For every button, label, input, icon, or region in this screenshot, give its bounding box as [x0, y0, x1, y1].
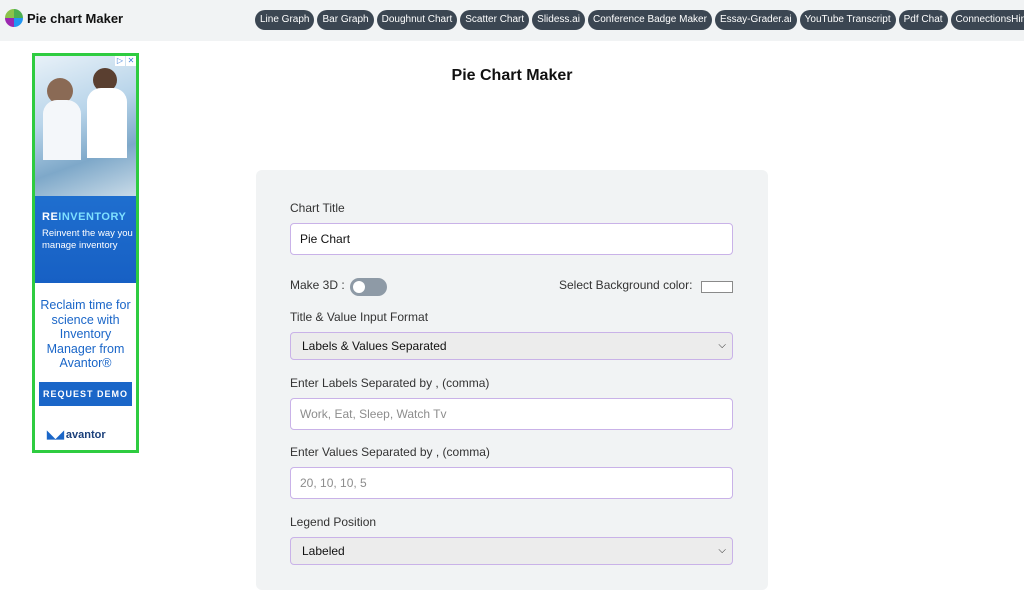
brand-name: Pie chart Maker [27, 10, 124, 26]
chart-title-label: Chart Title [290, 201, 345, 215]
toggle-knob [353, 281, 365, 293]
page-title: Pie Chart Maker [451, 67, 573, 84]
nav-link-doughnut-chart[interactable]: Doughnut Chart [376, 10, 458, 30]
ad-avantor-logo: ◣◢ avantor [47, 428, 106, 441]
input-format-select[interactable]: Labels & Values Separated ⌵ [290, 332, 733, 360]
chart-settings-form: Chart Title Pie Chart Make 3D : Select B… [256, 170, 768, 590]
nav-link-pdf-chat[interactable]: Pdf Chat [898, 10, 948, 30]
ad-brand: REINVENTORY [42, 211, 126, 223]
ad-brand-highlight: INVENTORY [58, 211, 127, 223]
chevron-down-icon: ⌵ [718, 545, 726, 556]
labels-input-label: Enter Labels Separated by , (comma) [290, 376, 490, 390]
input-format-value: Labels & Values Separated [302, 339, 447, 353]
input-format-label: Title & Value Input Format [290, 310, 429, 324]
chevron-down-icon: ⌵ [718, 340, 726, 351]
ad-controls: ▷ ✕ [114, 56, 136, 66]
top-navigation-bar: Pie chart Maker Line Graph Bar Graph Dou… [0, 0, 1024, 41]
pie-chart-logo-icon [5, 9, 23, 27]
background-color-label: Select Background color: [559, 278, 693, 292]
legend-position-select[interactable]: Labeled ⌵ [290, 537, 733, 565]
nav-link-connectionshint[interactable]: ConnectionsHint.ai [950, 10, 1024, 30]
nav-link-bar-graph[interactable]: Bar Graph [317, 10, 374, 30]
values-input[interactable]: 20, 10, 10, 5 [290, 467, 733, 499]
legend-position-value: Labeled [302, 544, 345, 558]
nav-link-youtube-transcript[interactable]: YouTube Transcript [799, 10, 896, 30]
background-color-picker[interactable] [701, 281, 733, 293]
legend-position-label: Legend Position [290, 515, 377, 529]
nav-link-scatter-chart[interactable]: Scatter Chart [460, 10, 530, 30]
nav-link-line-graph[interactable]: Line Graph [255, 10, 315, 30]
ad-info-icon[interactable]: ▷ [115, 56, 125, 66]
avantor-mark-icon: ◣◢ [47, 429, 64, 441]
sidebar-advertisement[interactable]: ▷ ✕ REINVENTORY Reinvent the way you man… [32, 53, 139, 453]
ad-hero-panel: ▷ ✕ REINVENTORY Reinvent the way you man… [35, 56, 136, 283]
ad-headline: Reclaim time for science with Inventory … [40, 298, 131, 370]
values-input-label: Enter Values Separated by , (comma) [290, 445, 490, 459]
ad-request-demo-button[interactable]: REQUEST DEMO [39, 382, 132, 406]
chart-title-input[interactable]: Pie Chart [290, 223, 733, 255]
labels-input[interactable]: Work, Eat, Sleep, Watch Tv [290, 398, 733, 430]
nav-link-conference-badge-maker[interactable]: Conference Badge Maker [587, 10, 712, 30]
make-3d-label: Make 3D : [290, 278, 345, 292]
brand-link[interactable]: Pie chart Maker [5, 9, 123, 27]
ad-logo-text: avantor [65, 429, 106, 441]
make-3d-toggle[interactable] [350, 278, 387, 296]
nav-link-essay-grader[interactable]: Essay-Grader.ai [714, 10, 797, 30]
nav-links: Line Graph Bar Graph Doughnut Chart Scat… [255, 10, 1024, 30]
ad-close-icon[interactable]: ✕ [126, 56, 136, 66]
ad-brand-prefix: RE [42, 211, 59, 223]
ad-tagline: Reinvent the way you manage inventory [42, 228, 133, 251]
nav-link-slidess-ai[interactable]: Slidess.ai [532, 10, 585, 30]
